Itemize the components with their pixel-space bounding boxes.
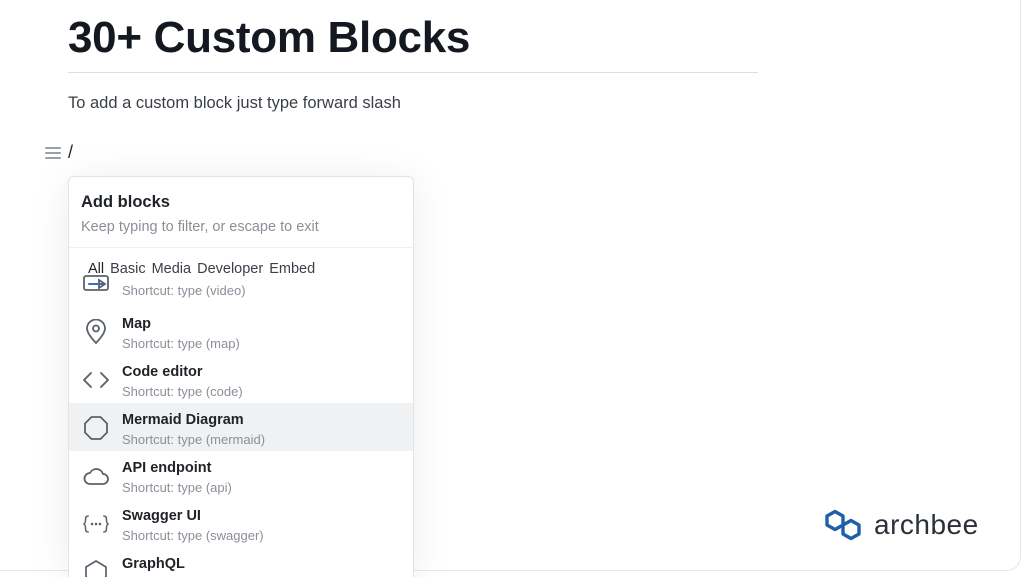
add-blocks-menu: Add blocks Keep typing to filter, or esc… xyxy=(68,176,414,577)
block-item-name: API endpoint xyxy=(122,460,212,476)
curly-braces-icon xyxy=(82,510,110,538)
block-item-swagger-ui[interactable]: Swagger UI Shortcut: type (swagger) xyxy=(69,499,413,547)
block-item-graphql[interactable]: GraphQL xyxy=(69,547,413,577)
block-list: Shortcut: type (video) Map Shortcut: typ… xyxy=(69,275,413,577)
block-item-shortcut: Shortcut: type (swagger) xyxy=(122,528,264,543)
block-item-shortcut: Shortcut: type (video) xyxy=(122,283,246,298)
page-title: 30+ Custom Blocks xyxy=(68,13,471,62)
cloud-icon xyxy=(82,462,110,490)
category-tabs: All Basic Media Developer Embed xyxy=(69,248,413,288)
block-item-map[interactable]: Map Shortcut: type (map) xyxy=(69,307,413,355)
archbee-logo-icon xyxy=(825,509,861,541)
menu-title: Add blocks xyxy=(81,193,170,211)
archbee-logo: archbee xyxy=(824,505,979,545)
editor-input-line[interactable]: / xyxy=(68,142,73,163)
octagon-icon xyxy=(82,414,110,442)
archbee-logo-text: archbee xyxy=(874,509,979,540)
map-pin-icon xyxy=(82,318,110,346)
block-item-shortcut: Shortcut: type (mermaid) xyxy=(122,432,266,447)
menu-header: Add blocks Keep typing to filter, or esc… xyxy=(69,177,413,248)
block-item-code-editor[interactable]: Code editor Shortcut: type (code) xyxy=(69,355,413,403)
menu-subtitle: Keep typing to filter, or escape to exit xyxy=(81,219,319,235)
block-item-name: Mermaid Diagram xyxy=(122,412,244,428)
block-item-api-endpoint[interactable]: API endpoint Shortcut: type (api) xyxy=(69,451,413,499)
block-item-name: Code editor xyxy=(122,364,203,380)
drag-handle-icon[interactable] xyxy=(45,147,61,159)
intro-paragraph: To add a custom block just type forward … xyxy=(68,94,401,112)
graphql-icon xyxy=(82,558,110,577)
block-item-shortcut: Shortcut: type (map) xyxy=(122,336,240,351)
block-item-mermaid-diagram[interactable]: Mermaid Diagram Shortcut: type (mermaid) xyxy=(69,403,413,451)
block-item-shortcut: Shortcut: type (api) xyxy=(122,480,232,495)
code-icon xyxy=(82,366,110,394)
video-icon xyxy=(82,269,110,297)
block-item-name: GraphQL xyxy=(122,556,185,572)
block-item-name: Map xyxy=(122,316,151,332)
block-item-video[interactable]: Shortcut: type (video) xyxy=(69,275,413,307)
block-item-name: Swagger UI xyxy=(122,508,201,524)
block-item-shortcut: Shortcut: type (code) xyxy=(122,384,243,399)
title-divider xyxy=(68,72,758,73)
